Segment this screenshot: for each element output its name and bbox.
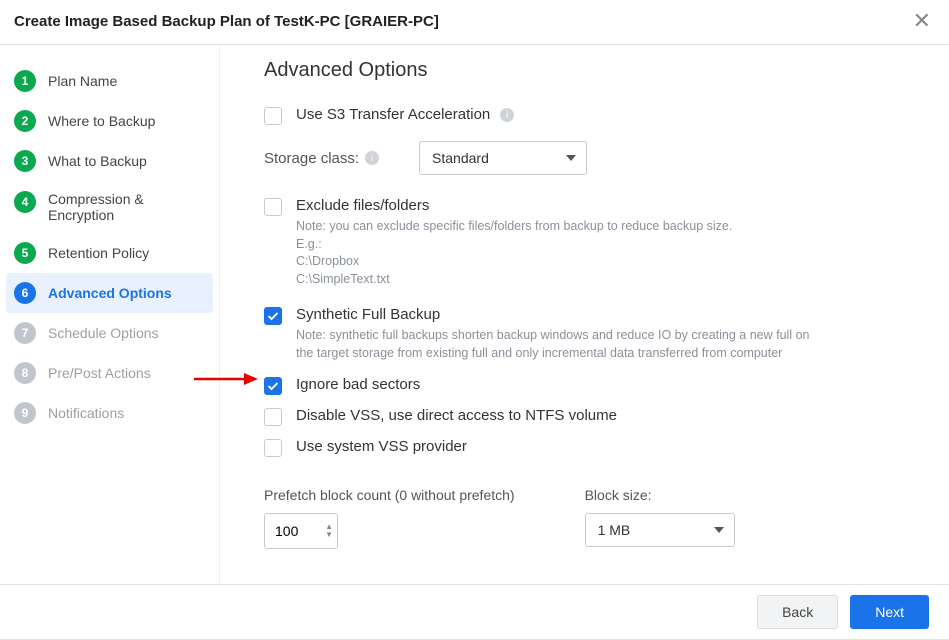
option-exclude-files: Exclude files/folders Note: you can excl… [264, 197, 905, 288]
step-label: Pre/Post Actions [48, 365, 151, 381]
step-label: Compression & Encryption [48, 191, 178, 223]
prefetch-value[interactable] [275, 523, 309, 539]
option-disable-vss: Disable VSS, use direct access to NTFS v… [264, 407, 905, 426]
checkbox-disable-vss[interactable] [264, 408, 282, 426]
checkbox-label: Synthetic Full Backup [296, 306, 905, 323]
step-schedule-options[interactable]: 7 Schedule Options [0, 313, 219, 353]
modal-header: Create Image Based Backup Plan of TestK-… [0, 0, 949, 45]
checkbox-label: Exclude files/folders [296, 197, 905, 214]
step-label: Schedule Options [48, 325, 159, 341]
step-number: 5 [14, 242, 36, 264]
modal-footer: Back Next [0, 584, 949, 639]
step-number: 6 [14, 282, 36, 304]
checkbox-synthetic[interactable] [264, 307, 282, 325]
back-button[interactable]: Back [757, 595, 838, 629]
checkbox-label: Disable VSS, use direct access to NTFS v… [296, 407, 617, 424]
content-wrap: Advanced Options Use S3 Transfer Acceler… [220, 45, 949, 584]
step-pre-post-actions[interactable]: 8 Pre/Post Actions [0, 353, 219, 393]
chevron-down-icon [714, 527, 724, 533]
checkbox-ignore-bad[interactable] [264, 377, 282, 395]
checkbox-system-vss[interactable] [264, 439, 282, 457]
step-notifications[interactable]: 9 Notifications [0, 393, 219, 433]
spinner: ▲ ▼ [325, 523, 333, 539]
step-number: 3 [14, 150, 36, 172]
option-system-vss: Use system VSS provider [264, 438, 905, 457]
step-number: 2 [14, 110, 36, 132]
checkbox-s3-accel[interactable] [264, 107, 282, 125]
step-label: Retention Policy [48, 245, 149, 261]
storage-class-label: Storage class: [264, 150, 359, 167]
prefetch-col: Prefetch block count (0 without prefetch… [264, 487, 515, 549]
step-number: 7 [14, 322, 36, 344]
step-number: 1 [14, 70, 36, 92]
step-number: 9 [14, 402, 36, 424]
step-retention-policy[interactable]: 5 Retention Policy [0, 233, 219, 273]
chevron-down-icon [566, 155, 576, 161]
page-heading: Advanced Options [264, 59, 905, 82]
modal-title: Create Image Based Backup Plan of TestK-… [14, 13, 439, 30]
blocksize-col: Block size: 1 MB [585, 487, 735, 549]
option-s3-transfer-acceleration: Use S3 Transfer Acceleration i [264, 106, 905, 125]
step-compression-encryption[interactable]: 4 Compression & Encryption [0, 181, 219, 233]
checkbox-label: Use system VSS provider [296, 438, 467, 455]
step-label: Advanced Options [48, 285, 172, 301]
checkbox-label: Use S3 Transfer Acceleration [296, 106, 490, 123]
step-where-to-backup[interactable]: 2 Where to Backup [0, 101, 219, 141]
close-icon[interactable]: ✕ [909, 10, 935, 32]
block-settings-row: Prefetch block count (0 without prefetch… [264, 487, 905, 549]
storage-class-row: Storage class: i Standard [264, 141, 905, 175]
checkbox-exclude[interactable] [264, 198, 282, 216]
step-label: Where to Backup [48, 113, 155, 129]
info-icon[interactable]: i [500, 108, 514, 122]
wizard-sidebar: 1 Plan Name 2 Where to Backup 3 What to Bac… [0, 45, 220, 584]
step-number: 4 [14, 191, 36, 213]
step-label: Notifications [48, 405, 124, 421]
option-synthetic-full-backup: Synthetic Full Backup Note: synthetic fu… [264, 306, 905, 362]
spinner-down-icon[interactable]: ▼ [325, 531, 333, 539]
checkbox-note: Note: synthetic full backups shorten bac… [296, 327, 816, 362]
checkbox-note: Note: you can exclude specific files/fol… [296, 218, 905, 288]
modal-body: 1 Plan Name 2 Where to Backup 3 What to Bac… [0, 45, 949, 584]
storage-class-select[interactable]: Standard [419, 141, 587, 175]
prefetch-input[interactable]: ▲ ▼ [264, 513, 338, 549]
checkbox-label: Ignore bad sectors [296, 376, 420, 393]
select-value: 1 MB [598, 522, 631, 538]
step-number: 8 [14, 362, 36, 384]
next-button[interactable]: Next [850, 595, 929, 629]
select-value: Standard [432, 150, 489, 166]
prefetch-label: Prefetch block count (0 without prefetch… [264, 487, 515, 503]
step-label: What to Backup [48, 153, 147, 169]
content-scroll[interactable]: Advanced Options Use S3 Transfer Acceler… [220, 45, 935, 584]
modal-dialog: Create Image Based Backup Plan of TestK-… [0, 0, 949, 640]
blocksize-label: Block size: [585, 487, 735, 503]
info-icon[interactable]: i [365, 151, 379, 165]
step-advanced-options[interactable]: 6 Advanced Options [6, 273, 213, 313]
option-ignore-bad-sectors: Ignore bad sectors [264, 376, 905, 395]
step-plan-name[interactable]: 1 Plan Name [0, 61, 219, 101]
step-label: Plan Name [48, 73, 117, 89]
step-what-to-backup[interactable]: 3 What to Backup [0, 141, 219, 181]
blocksize-select[interactable]: 1 MB [585, 513, 735, 547]
